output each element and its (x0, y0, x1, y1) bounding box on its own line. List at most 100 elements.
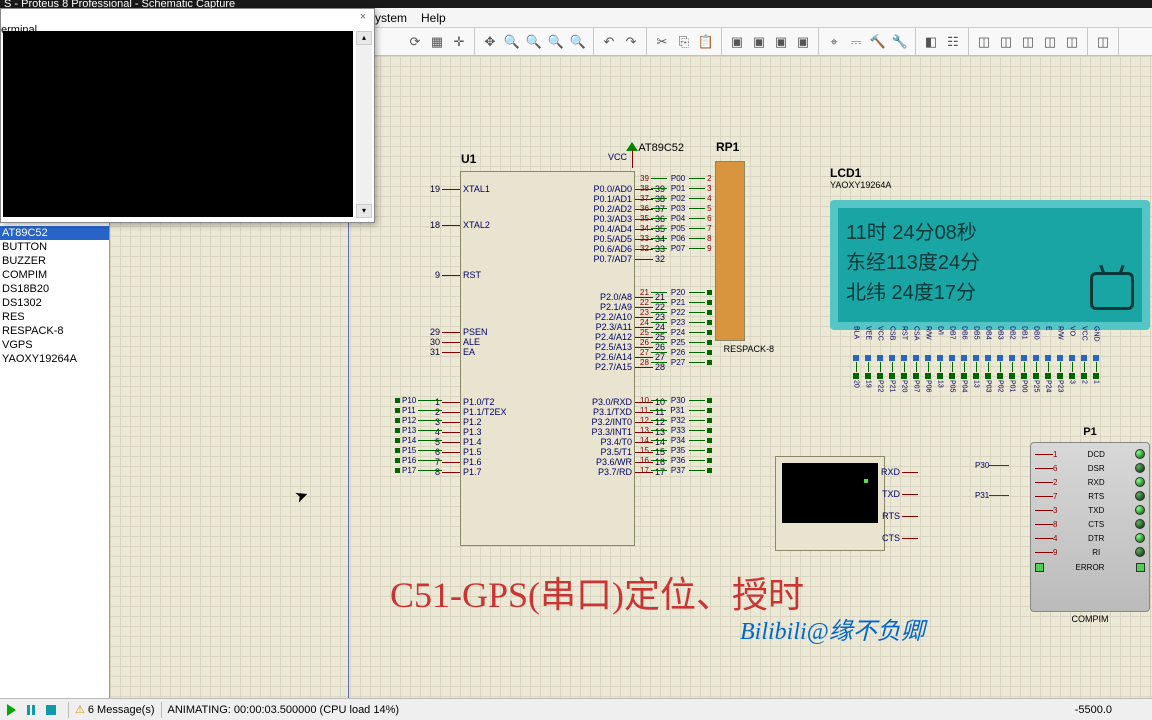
mcu-pin: 30ALE (426, 337, 480, 347)
rp1-name: RP1 (716, 140, 739, 154)
virtual-terminal-window[interactable]: erminal × ▴ ▾ (0, 8, 375, 223)
bus-pin: 23P22 (640, 308, 712, 317)
device-item[interactable]: BUZZER (0, 254, 109, 268)
terminal-title: erminal (1, 24, 37, 36)
lcd-line-1: 11时 24分08秒 (846, 218, 1134, 248)
net-label: P31 (975, 491, 1009, 500)
device-item[interactable]: RESPACK-8 (0, 324, 109, 338)
bus-pin: 22P21 (640, 298, 712, 307)
play-button[interactable] (4, 703, 18, 717)
pick-icon[interactable]: ⌖ (824, 32, 844, 52)
bus-pin: 21P20 (640, 288, 712, 297)
zoom-fit-icon[interactable]: 🔍 (546, 32, 566, 52)
bus-pin: 28P27 (640, 358, 712, 367)
net-label: P30 (975, 461, 1009, 470)
compim-error: ERROR (1035, 563, 1145, 572)
menu-help[interactable]: Help (421, 11, 446, 25)
tool-h-icon[interactable]: ◫ (1093, 32, 1113, 52)
bus-pin: 25P24 (640, 328, 712, 337)
refresh-icon[interactable]: ⟳ (405, 32, 425, 52)
compim-pin: 9RI (1035, 545, 1145, 559)
mcu-ref: AT89C52 (638, 142, 684, 154)
lcd-name: LCD1 (830, 166, 1150, 180)
copy-icon[interactable]: ⎘ (674, 32, 694, 52)
block-rotate-icon[interactable]: ▣ (771, 32, 791, 52)
compim-component[interactable]: P1 1DCD6DSR2RXD7RTS3TXD8CTS4DTR9RIERROR … (1030, 426, 1150, 624)
lcd-pin: CSBP21 (886, 326, 898, 408)
zoom-in-icon[interactable]: 🔍 (502, 32, 522, 52)
menu-system[interactable]: ystem (375, 11, 407, 25)
mcu-pin: 29PSEN (426, 327, 488, 337)
bus-pin: 26P25 (640, 338, 712, 347)
wrench-icon[interactable]: 🔧 (890, 32, 910, 52)
hammer-icon[interactable]: 🔨 (868, 32, 888, 52)
messages-count[interactable]: 6 Message(s) (88, 704, 155, 716)
scroll-down-icon[interactable]: ▾ (356, 204, 372, 218)
block-copy-icon[interactable]: ▣ (727, 32, 747, 52)
title-bar: S - Proteus 8 Professional - Schematic C… (0, 0, 1152, 8)
stop-button[interactable] (44, 703, 58, 717)
device-item[interactable]: COMPIM (0, 268, 109, 282)
block-delete-icon[interactable]: ▣ (793, 32, 813, 52)
tool-f-icon[interactable]: ◫ (1040, 32, 1060, 52)
compim-pin: 8CTS (1035, 517, 1145, 531)
respack[interactable]: RP1 RESPACK-8 (715, 161, 745, 341)
pan-icon[interactable]: ✥ (480, 32, 500, 52)
tool-e-icon[interactable]: ◫ (1018, 32, 1038, 52)
mcu-chip[interactable]: U1 AT89C52 19XTAL118XTAL29RST29PSEN30ALE… (460, 171, 635, 546)
terminal-output (3, 31, 353, 217)
vt-component[interactable]: RXDTXDRTSCTS (775, 456, 885, 551)
lcd-component[interactable]: LCD1 YAOXY19264A 11时 24分08秒 东经113度24分 北纬… (830, 166, 1150, 330)
redo-icon[interactable]: ↷ (621, 32, 641, 52)
lcd-pins: BLA20VEE19VCCP22CSBP21RSTP20CSAP07R/WP06… (850, 326, 1102, 408)
bus-pin: 38P013 (640, 184, 712, 193)
tool-a-icon[interactable]: ◧ (921, 32, 941, 52)
bus-pin: 32P079 (640, 244, 712, 253)
device-item[interactable]: BUTTON (0, 240, 109, 254)
terminal-scrollbar[interactable]: ▴ ▾ (356, 31, 372, 218)
wire-icon[interactable]: ⎓ (846, 32, 866, 52)
undo-icon[interactable]: ↶ (599, 32, 619, 52)
net-label: P17 (395, 466, 442, 475)
tool-c-icon[interactable]: ◫ (974, 32, 994, 52)
lcd-pin: D/I13 (934, 326, 946, 408)
tool-d-icon[interactable]: ◫ (996, 32, 1016, 52)
lcd-pin: DB2P01 (1006, 326, 1018, 408)
cut-icon[interactable]: ✂ (652, 32, 672, 52)
zoom-out-icon[interactable]: 🔍 (524, 32, 544, 52)
device-item[interactable]: DS1302 (0, 296, 109, 310)
lcd-pin: DB0P25 (1030, 326, 1042, 408)
rp1-ref: RESPACK-8 (724, 344, 774, 354)
device-item[interactable]: AT89C52 (0, 226, 109, 240)
origin-icon[interactable]: ✛ (449, 32, 469, 52)
net-label: P15 (395, 446, 442, 455)
vcc-symbol (626, 138, 638, 168)
bus-pin: 15P35 (640, 446, 712, 455)
vt-pin: RXD (881, 467, 918, 477)
cursor-dot-icon (864, 479, 868, 483)
device-item[interactable]: VGPS (0, 338, 109, 352)
bus-pin: 12P32 (640, 416, 712, 425)
device-item[interactable]: RES (0, 310, 109, 324)
scroll-up-icon[interactable]: ▴ (356, 31, 372, 45)
device-list[interactable]: AT89C52BUTTONBUZZERCOMPIMDS18B20DS1302RE… (0, 226, 109, 366)
close-icon[interactable]: × (356, 11, 370, 25)
tool-b-icon[interactable]: ☷ (943, 32, 963, 52)
lcd-pin: DB3P02 (994, 326, 1006, 408)
net-label: P11 (395, 406, 442, 415)
compim-pin: 1DCD (1035, 447, 1145, 461)
grid-icon[interactable]: ▦ (427, 32, 447, 52)
pause-button[interactable] (24, 703, 38, 717)
paste-icon[interactable]: 📋 (696, 32, 716, 52)
mcu-pin: 32P0.7/AD7 (593, 254, 669, 264)
block-move-icon[interactable]: ▣ (749, 32, 769, 52)
tool-g-icon[interactable]: ◫ (1062, 32, 1082, 52)
lcd-pin: CSAP07 (910, 326, 922, 408)
animation-status: ANIMATING: 00:00:03.500000 (CPU load 14%… (168, 704, 400, 716)
mcu-pin: 9RST (426, 270, 481, 280)
device-item[interactable]: YAOXY19264A (0, 352, 109, 366)
bus-pin: 33P068 (640, 234, 712, 243)
status-bar: ⚠ 6 Message(s) ANIMATING: 00:00:03.50000… (0, 698, 1152, 720)
device-item[interactable]: DS18B20 (0, 282, 109, 296)
zoom-area-icon[interactable]: 🔍 (568, 32, 588, 52)
